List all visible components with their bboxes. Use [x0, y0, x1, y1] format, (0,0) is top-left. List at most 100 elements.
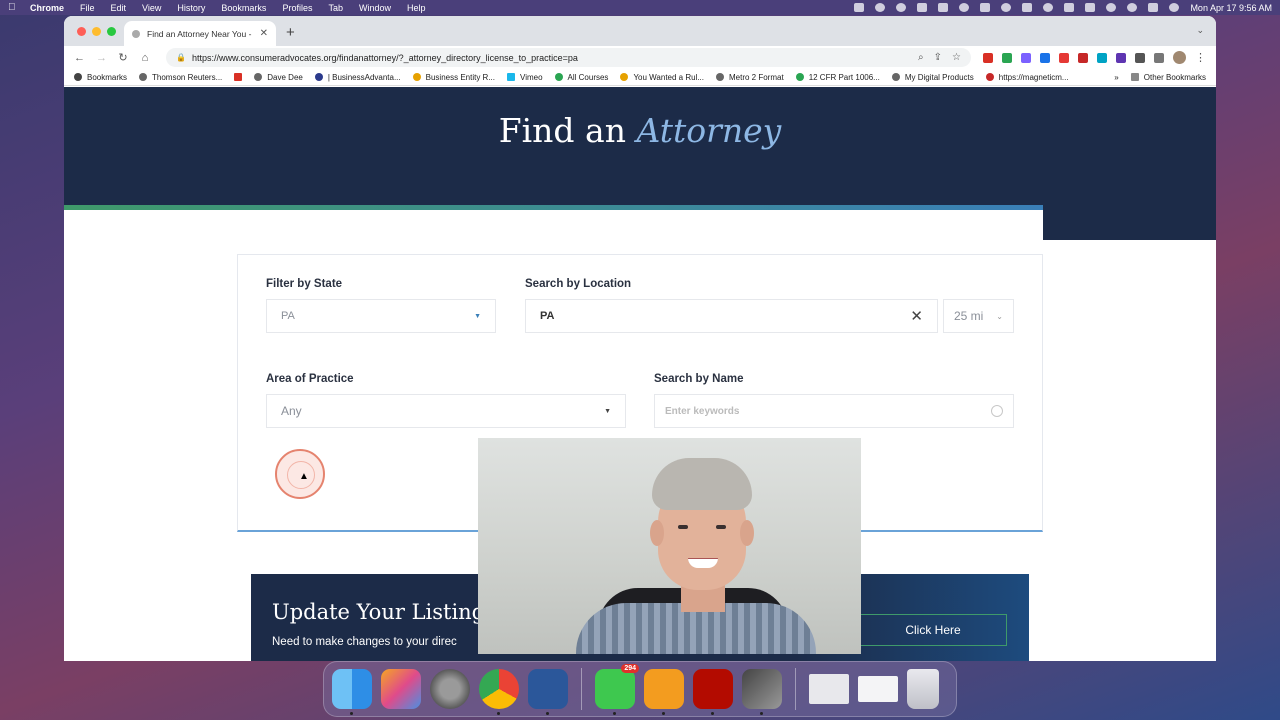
location-input[interactable]: PA ✕: [525, 299, 938, 333]
messages-icon[interactable]: 294: [595, 664, 639, 715]
bookmark-item[interactable]: | BusinessAdvanta...: [314, 73, 401, 82]
profile-avatar[interactable]: [1173, 51, 1186, 64]
wifi-icon[interactable]: [1106, 3, 1117, 12]
running-indicator: [350, 712, 353, 715]
evernote-extension-icon[interactable]: [1002, 52, 1012, 63]
gmail-extension-icon[interactable]: [983, 52, 993, 63]
menu-view[interactable]: View: [142, 3, 161, 13]
bookmark-item[interactable]: 12 CFR Part 1006...: [795, 72, 880, 82]
word-icon[interactable]: [528, 669, 568, 715]
puzzle-extensions-icon[interactable]: [1135, 52, 1145, 63]
name-search-input[interactable]: Enter keywords: [654, 394, 1014, 428]
site-icon: [314, 73, 323, 81]
menu-file[interactable]: File: [80, 3, 95, 13]
bookmark-item[interactable]: Thomson Reuters...: [139, 73, 222, 82]
vimeo-icon: [507, 73, 515, 81]
menu-tab[interactable]: Tab: [328, 3, 343, 13]
tab-active[interactable]: Find an Attorney Near You - N… ✕: [124, 21, 276, 46]
dropbox-icon[interactable]: [938, 3, 949, 12]
talkdesk-icon[interactable]: [644, 669, 684, 715]
menu-window[interactable]: Window: [359, 3, 391, 13]
trash-icon[interactable]: [907, 669, 939, 709]
bookmark-item[interactable]: Bookmarks: [74, 73, 127, 82]
lock-icon[interactable]: 🔒: [176, 53, 186, 62]
user-icon[interactable]: [1169, 3, 1180, 12]
menu-history[interactable]: History: [177, 3, 205, 13]
bookmark-item[interactable]: You Wanted a Rul...: [620, 73, 704, 82]
practice-select[interactable]: Any ▼: [266, 394, 626, 428]
extension-icon-6[interactable]: [1078, 52, 1088, 63]
system-settings-icon[interactable]: [430, 669, 470, 709]
share-icon[interactable]: ⇪: [934, 52, 942, 63]
side-panel-icon[interactable]: [1154, 52, 1164, 63]
bookmark-item[interactable]: My Digital Products: [891, 73, 974, 82]
youtube-extension-icon[interactable]: [1059, 52, 1069, 63]
home-icon[interactable]: ⌂: [140, 52, 150, 64]
new-tab-button[interactable]: +: [286, 24, 295, 41]
grammarly-icon[interactable]: [875, 3, 886, 12]
screen-record-icon[interactable]: [959, 3, 970, 12]
tab-close-icon[interactable]: ✕: [260, 28, 268, 39]
acrobat-icon[interactable]: [693, 669, 733, 715]
menu-app-chrome[interactable]: Chrome: [30, 3, 64, 13]
extension-icon-7[interactable]: [1097, 52, 1107, 63]
menu-bookmarks[interactable]: Bookmarks: [221, 3, 266, 13]
moon-icon[interactable]: [1043, 3, 1054, 12]
menu-edit[interactable]: Edit: [111, 3, 127, 13]
menu-help[interactable]: Help: [407, 3, 426, 13]
extension-icon-4[interactable]: [1040, 52, 1050, 63]
bookmark-item[interactable]: Business Entity R...: [412, 73, 495, 82]
pencil-icon[interactable]: [980, 3, 991, 12]
bookmark-item[interactable]: Vimeo: [507, 73, 543, 82]
launchpad-icon[interactable]: [381, 669, 421, 709]
minimized-pdf-thumbnail[interactable]: [858, 676, 898, 702]
zoom-icon[interactable]: ⌕: [918, 52, 924, 63]
minimized-window-thumbnail[interactable]: [809, 674, 849, 704]
radius-select[interactable]: 25 mi ⌄: [943, 299, 1014, 333]
forward-button[interactable]: →: [96, 52, 107, 64]
bookmark-item[interactable]: https://magneticm...: [985, 73, 1069, 82]
bookmark-item[interactable]: Dave Dee: [254, 73, 303, 82]
address-bar[interactable]: 🔒 https://www.consumeradvocates.org/find…: [166, 48, 971, 67]
webcam-overlay: [478, 438, 861, 654]
running-indicator: [760, 712, 763, 715]
bookmarks-overflow-button[interactable]: »: [1114, 73, 1118, 82]
minimize-window-button[interactable]: [92, 27, 101, 36]
close-window-button[interactable]: [77, 27, 86, 36]
battery-icon[interactable]: [1085, 3, 1096, 12]
click-here-button[interactable]: Click Here: [859, 614, 1007, 646]
bookmark-item[interactable]: Metro 2 Format: [716, 73, 784, 82]
screenflow-icon[interactable]: [742, 669, 782, 715]
other-bookmarks-folder[interactable]: Other Bookmarks: [1130, 73, 1206, 82]
tab-search-chevron-icon[interactable]: ⌄: [1196, 25, 1204, 36]
bookmark-item[interactable]: All Courses: [554, 73, 608, 82]
filter-state-label: Filter by State: [266, 278, 343, 290]
bluetooth-icon[interactable]: [1064, 3, 1075, 12]
presenter-hair: [652, 458, 752, 510]
pin-icon[interactable]: [917, 3, 928, 12]
reload-button[interactable]: ↻: [118, 51, 128, 64]
apple-icon[interactable]: : [8, 2, 20, 13]
clear-location-icon[interactable]: ✕: [910, 307, 923, 325]
finder-icon[interactable]: [332, 669, 372, 715]
back-button[interactable]: ←: [74, 52, 85, 64]
spotlight-search-icon[interactable]: [1127, 3, 1138, 12]
extension-icon-3[interactable]: [1021, 52, 1031, 63]
chrome-icon[interactable]: [479, 669, 519, 715]
bookmark-label: 12 CFR Part 1006...: [808, 72, 880, 82]
folder-icon: [1130, 73, 1139, 81]
bookmark-star-icon[interactable]: ☆: [952, 52, 961, 63]
gear-icon[interactable]: [896, 3, 907, 12]
menubar-clock[interactable]: Mon Apr 17 9:56 AM: [1190, 3, 1272, 13]
url-text[interactable]: https://www.consumeradvocates.org/findan…: [192, 53, 918, 63]
extension-icon-8[interactable]: [1116, 52, 1126, 63]
menu-profiles[interactable]: Profiles: [282, 3, 312, 13]
sync-icon[interactable]: [1001, 3, 1012, 12]
more-menu-icon[interactable]: ⋮: [1195, 51, 1206, 64]
zoom-window-button[interactable]: [107, 27, 116, 36]
state-select[interactable]: PA ▼: [266, 299, 496, 333]
display-icon[interactable]: [1022, 3, 1033, 12]
bookmark-item[interactable]: [234, 73, 243, 81]
camera-icon[interactable]: [854, 3, 865, 12]
control-center-icon[interactable]: [1148, 3, 1159, 12]
